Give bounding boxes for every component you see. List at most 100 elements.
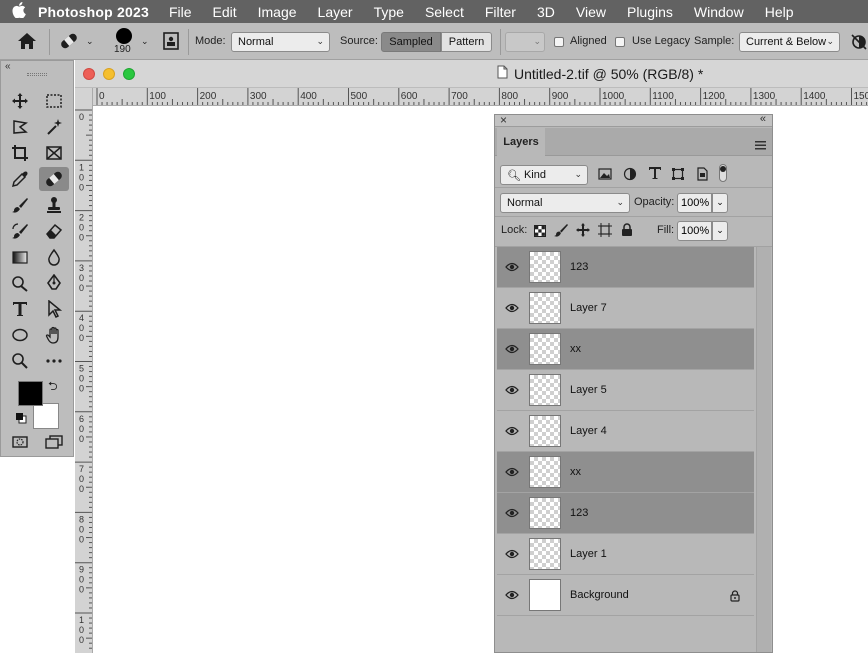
- move-tool-icon[interactable]: [7, 89, 33, 113]
- filter-toggle[interactable]: [719, 164, 727, 182]
- use-legacy-checkbox[interactable]: [615, 37, 625, 47]
- blur-tool-icon[interactable]: [41, 245, 67, 269]
- layers-scrollbar[interactable]: [756, 247, 771, 652]
- filter-type-icon[interactable]: [648, 166, 662, 185]
- history-brush-tool-icon[interactable]: [7, 219, 33, 243]
- foreground-color-swatch[interactable]: [18, 381, 43, 406]
- layer-row[interactable]: 123: [497, 247, 754, 288]
- menu-type[interactable]: Type: [374, 4, 404, 20]
- menu-view[interactable]: View: [576, 4, 606, 20]
- menu-layer[interactable]: Layer: [318, 4, 353, 20]
- layer-row[interactable]: 123: [497, 493, 754, 534]
- panel-menu-icon[interactable]: [755, 137, 766, 155]
- apple-icon[interactable]: [0, 1, 38, 22]
- visibility-eye-icon[interactable]: [497, 385, 527, 395]
- fill-input[interactable]: 100%: [677, 221, 712, 241]
- chevron-down-icon[interactable]: ⌄: [86, 36, 94, 47]
- visibility-eye-icon[interactable]: [497, 467, 527, 477]
- quick-mask-icon[interactable]: [7, 430, 33, 454]
- opacity-input[interactable]: 100%: [677, 193, 712, 213]
- visibility-eye-icon[interactable]: [497, 303, 527, 313]
- menu-window[interactable]: Window: [694, 4, 744, 20]
- filter-adjustment-icon[interactable]: [623, 167, 637, 186]
- layer-row[interactable]: Layer 1: [497, 534, 754, 575]
- more-tools-icon[interactable]: [41, 349, 67, 373]
- layer-row[interactable]: xx: [497, 452, 754, 493]
- tab-layers[interactable]: Layers: [497, 128, 545, 156]
- aligned-checkbox[interactable]: [554, 37, 564, 47]
- crop-tool-icon[interactable]: [7, 141, 33, 165]
- chevron-down-icon[interactable]: ⌄: [712, 221, 728, 241]
- ellipse-tool-icon[interactable]: [7, 323, 33, 347]
- ignore-adjustment-icon[interactable]: [850, 33, 868, 54]
- brush-tool-icon[interactable]: [7, 193, 33, 217]
- document-title[interactable]: Untitled-2.tif @ 50% (RGB/8) *: [514, 66, 703, 82]
- frame-tool-icon[interactable]: [41, 141, 67, 165]
- layer-row[interactable]: Layer 4: [497, 411, 754, 452]
- visibility-eye-icon[interactable]: [497, 549, 527, 559]
- chevron-down-icon[interactable]: ⌄: [141, 36, 149, 47]
- source-sampled-button[interactable]: Sampled: [381, 32, 441, 52]
- clone-stamp-tool-icon[interactable]: [41, 193, 67, 217]
- menu-filter[interactable]: Filter: [485, 4, 516, 20]
- filter-smart-object-icon[interactable]: [695, 167, 709, 186]
- lock-pixels-icon[interactable]: [554, 223, 568, 242]
- layer-row[interactable]: Layer 5: [497, 370, 754, 411]
- gradient-tool-icon[interactable]: [7, 245, 33, 269]
- menu-3d[interactable]: 3D: [537, 4, 555, 20]
- horizontal-ruler[interactable]: 0 100 200 300 400 500 600 700 800 900 1000 1100 1200…: [93, 88, 868, 106]
- menu-plugins[interactable]: Plugins: [627, 4, 673, 20]
- eraser-tool-icon[interactable]: [41, 219, 67, 243]
- layer-row[interactable]: Background: [497, 575, 754, 616]
- layer-filter-select[interactable]: 🔍︎ Kind ⌄: [500, 165, 588, 185]
- zoom-tool-icon[interactable]: [7, 349, 33, 373]
- background-color-swatch[interactable]: [33, 403, 59, 429]
- hand-tool-icon[interactable]: [41, 323, 67, 347]
- maximize-window-icon[interactable]: [123, 68, 135, 80]
- visibility-eye-icon[interactable]: [497, 344, 527, 354]
- clone-source-icon[interactable]: [161, 31, 181, 54]
- lasso-tool-icon[interactable]: [7, 115, 33, 139]
- menu-file[interactable]: File: [169, 4, 192, 20]
- layer-row[interactable]: xx: [497, 329, 754, 370]
- lock-position-icon[interactable]: [576, 223, 590, 242]
- mode-select[interactable]: Normal ⌄: [231, 32, 330, 52]
- default-colors-icon[interactable]: [15, 411, 27, 429]
- source-pattern-button[interactable]: Pattern: [441, 32, 492, 52]
- menu-select[interactable]: Select: [425, 4, 464, 20]
- swap-colors-icon[interactable]: ⮌: [48, 377, 58, 398]
- visibility-eye-icon[interactable]: [497, 262, 527, 272]
- healing-brush-preset-icon[interactable]: [58, 32, 80, 53]
- sample-select[interactable]: Current & Below ⌄: [739, 32, 840, 52]
- screen-mode-icon[interactable]: [41, 430, 67, 454]
- brush-tip-icon[interactable]: [116, 28, 132, 44]
- panel-header[interactable]: × «: [495, 113, 772, 127]
- close-window-icon[interactable]: [83, 68, 95, 80]
- vertical-ruler[interactable]: 0 100 200 300 400 500 600 700 800 900 100: [75, 88, 93, 653]
- lock-transparent-icon[interactable]: [534, 224, 546, 242]
- visibility-eye-icon[interactable]: [497, 590, 527, 600]
- close-panel-icon[interactable]: ×: [500, 113, 507, 127]
- filter-shape-icon[interactable]: [671, 167, 685, 186]
- lock-all-icon[interactable]: [621, 223, 633, 242]
- app-menu[interactable]: Photoshop 2023: [38, 4, 149, 20]
- menu-edit[interactable]: Edit: [213, 4, 237, 20]
- collapse-panel-icon[interactable]: «: [760, 113, 766, 125]
- minimize-window-icon[interactable]: [103, 68, 115, 80]
- pen-tool-icon[interactable]: [41, 271, 67, 295]
- path-selection-tool-icon[interactable]: [41, 297, 67, 321]
- layer-row[interactable]: Layer 7: [497, 288, 754, 329]
- chevron-down-icon[interactable]: ⌄: [712, 193, 728, 213]
- menu-help[interactable]: Help: [765, 4, 794, 20]
- blend-mode-select[interactable]: Normal ⌄: [500, 193, 630, 213]
- filter-pixel-icon[interactable]: [598, 167, 612, 186]
- marquee-tool-icon[interactable]: [41, 89, 67, 113]
- dodge-tool-icon[interactable]: [7, 271, 33, 295]
- healing-brush-tool-icon[interactable]: [39, 167, 69, 191]
- menu-image[interactable]: Image: [258, 4, 297, 20]
- visibility-eye-icon[interactable]: [497, 508, 527, 518]
- visibility-eye-icon[interactable]: [497, 426, 527, 436]
- lock-artboard-icon[interactable]: [598, 223, 612, 242]
- magic-wand-tool-icon[interactable]: [41, 115, 67, 139]
- eyedropper-tool-icon[interactable]: [7, 167, 33, 191]
